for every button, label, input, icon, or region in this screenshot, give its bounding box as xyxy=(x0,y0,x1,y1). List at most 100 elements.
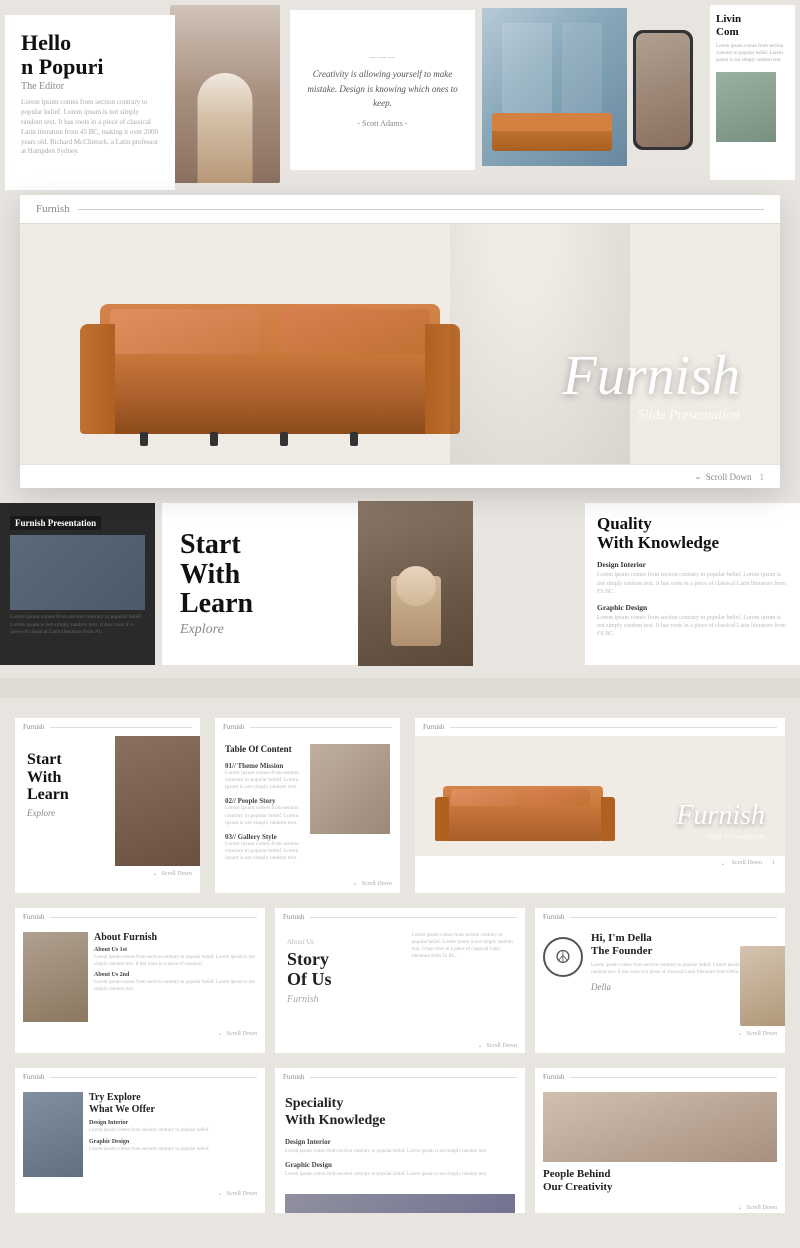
chevron-icon: ⌄ xyxy=(217,1190,222,1197)
main-slide-content: Furnish Slide Presentation xyxy=(415,736,785,856)
hello-subtitle: The Editor xyxy=(21,81,159,92)
slide-header-toc: Furnish xyxy=(215,718,400,736)
slide-header-learn: Furnish xyxy=(15,718,200,736)
sofa-armrest-left xyxy=(80,324,115,434)
toc-left: Table Of Content 01// Theme Mission Lore… xyxy=(225,744,302,868)
about-section-2: About Us 2nd Lorem ipsum comes from sect… xyxy=(94,972,257,993)
livin-body: Lorem ipsum comes from section contrary … xyxy=(716,43,789,64)
furnish-presentation-img xyxy=(10,535,145,610)
toc-item-3: 03// Gallery Style Lorem ipsum comes fro… xyxy=(225,833,302,862)
toc-body: Table Of Content 01// Theme Mission Lore… xyxy=(215,736,400,876)
header-line xyxy=(570,1077,777,1078)
slide-brand: Furnish xyxy=(36,203,70,215)
plant-shadow xyxy=(450,224,630,464)
header-line xyxy=(450,727,777,728)
learn-photo xyxy=(115,736,200,866)
about-section-1: About Us 1st Lorem ipsum comes from sect… xyxy=(94,947,257,968)
main-slide: Furnish Furnish Slide Presen xyxy=(20,195,780,488)
quote-text: Creativity is allowing yourself to make … xyxy=(306,67,459,110)
slide-brand-speciality: Furnish xyxy=(283,1073,304,1081)
chevron-icon: ⌄ xyxy=(352,880,357,887)
slide-header-main: Furnish xyxy=(415,718,785,736)
sofa-leg-2 xyxy=(210,432,218,446)
slide-brand-learn: Furnish xyxy=(23,723,44,731)
sofa-body xyxy=(100,354,440,434)
slide-brand-main: Furnish xyxy=(423,723,444,731)
slide-main-small: Furnish Furnish Slide Presentation xyxy=(415,718,785,893)
furnish-subtitle: Slide Presentation xyxy=(563,408,740,424)
start-learn-card: StartWithLearn Explore xyxy=(162,503,377,665)
header-line xyxy=(250,727,392,728)
explore-body: Try ExploreWhat We Offer Design Interior… xyxy=(15,1086,265,1186)
phone-mockup xyxy=(633,30,693,150)
slide-footer: ⌄ Scroll Down 1 xyxy=(20,464,780,488)
speciality-section-2: Graphic Design Lorem ipsum comes from se… xyxy=(285,1161,515,1178)
sofa-arm-left xyxy=(435,797,449,841)
header-line xyxy=(78,209,764,210)
explore-section-2: Graphic Design Lorem ipsum comes from se… xyxy=(89,1139,257,1154)
separator xyxy=(0,678,800,698)
main-furnish-title: Furnish xyxy=(676,800,765,832)
chevron-down-icon: ⌄ xyxy=(694,471,702,482)
learn-text: StartWithLearn Explore xyxy=(15,736,115,866)
sofa-illustration xyxy=(80,254,460,434)
furnish-presentation-card: Furnish Presentation Lorem ipsum comes f… xyxy=(0,503,155,665)
header-line xyxy=(50,1077,257,1078)
furnish-presentation-label: Furnish Presentation xyxy=(10,516,101,530)
hello-popuri-card: Hello n Popuri The Editor Lorem ipsum co… xyxy=(5,15,175,190)
page-number: 1 xyxy=(760,472,765,482)
slide-brand-about: Furnish xyxy=(23,913,44,921)
story-right: Lorem ipsum comes from section contrary … xyxy=(404,926,525,1038)
sofa-armrest-right xyxy=(425,324,460,434)
main-furnish-sub: Slide Presentation xyxy=(676,832,765,841)
bottom-row-2: Furnish About Furnish About Us 1st Lorem… xyxy=(15,908,785,1053)
scroll-down: ⌄ Scroll Down xyxy=(694,471,751,482)
middle-row: Furnish Presentation Lorem ipsum comes f… xyxy=(0,493,800,678)
about-text: About Furnish About Us 1st Lorem ipsum c… xyxy=(94,932,257,1020)
people-photo xyxy=(543,1092,777,1162)
bottom-row-3: Furnish Try ExploreWhat We Offer Design … xyxy=(15,1068,785,1213)
story-cursive: Furnish xyxy=(287,994,392,1005)
bottom-row-1: Furnish StartWithLearn Explore ⌄ Scroll … xyxy=(15,718,785,893)
header-line xyxy=(310,1077,517,1078)
speciality-body: SpecialityWith Knowledge Design Interior… xyxy=(275,1086,525,1194)
slide-people: Furnish People BehindOur Creativity ⌄ Sc… xyxy=(535,1068,785,1213)
story-title: StoryOf Us xyxy=(287,950,392,990)
della-photo xyxy=(740,946,785,1026)
story-body: About Us StoryOf Us Furnish Lorem ipsum … xyxy=(275,926,525,1038)
main-footer: ⌄ Scroll Down 1 xyxy=(415,856,785,871)
slide-brand-della: Furnish xyxy=(543,913,564,921)
start-learn-title: StartWithLearn xyxy=(180,530,359,618)
chevron-icon: ⌄ xyxy=(152,870,157,877)
della-footer: ⌄ Scroll Down xyxy=(535,1026,785,1041)
main-slide-wrapper: Furnish Furnish Slide Presen xyxy=(20,195,780,488)
slide-brand-people: Furnish xyxy=(543,1073,564,1081)
toc-right xyxy=(310,744,390,868)
slide-brand-toc: Furnish xyxy=(223,723,244,731)
slide-speciality: Furnish SpecialityWith Knowledge Design … xyxy=(275,1068,525,1213)
slide-story: Furnish About Us StoryOf Us Furnish Lore… xyxy=(275,908,525,1053)
della-body: ☮ Hi, I'm DellaThe Founder Lorem ipsum c… xyxy=(535,926,785,1026)
chevron-icon: ⌄ xyxy=(737,1204,742,1211)
graphic-design-title: Graphic Design xyxy=(597,603,788,612)
interior-photo xyxy=(482,8,627,166)
toc-item-1: 01// Theme Mission Lorem ipsum comes fro… xyxy=(225,762,302,791)
slide-header-speciality: Furnish xyxy=(275,1068,525,1086)
explore-title: Try ExploreWhat We Offer xyxy=(89,1092,257,1116)
toc-title: Table Of Content xyxy=(225,744,302,754)
chevron-icon: ⌄ xyxy=(217,1030,222,1037)
furnish-presentation-text: Lorem ipsum comes from section contrary … xyxy=(10,614,145,637)
learn-cursive: Explore xyxy=(27,808,103,818)
explore-photo xyxy=(23,1092,83,1177)
main-sofa xyxy=(435,771,615,841)
story-left: About Us StoryOf Us Furnish xyxy=(275,926,404,1038)
woman-photo xyxy=(170,5,280,183)
furnish-title-overlay: Furnish Slide Presentation xyxy=(563,348,740,424)
header-line xyxy=(570,917,777,918)
slide-header-people: Furnish xyxy=(535,1068,785,1086)
slide-header-explore: Furnish xyxy=(15,1068,265,1086)
about-footer: ⌄ Scroll Down xyxy=(15,1026,265,1041)
slide-header-story: Furnish xyxy=(275,908,525,926)
explore-text: Try ExploreWhat We Offer Design Interior… xyxy=(89,1092,257,1180)
slide-about: Furnish About Furnish About Us 1st Lorem… xyxy=(15,908,265,1053)
